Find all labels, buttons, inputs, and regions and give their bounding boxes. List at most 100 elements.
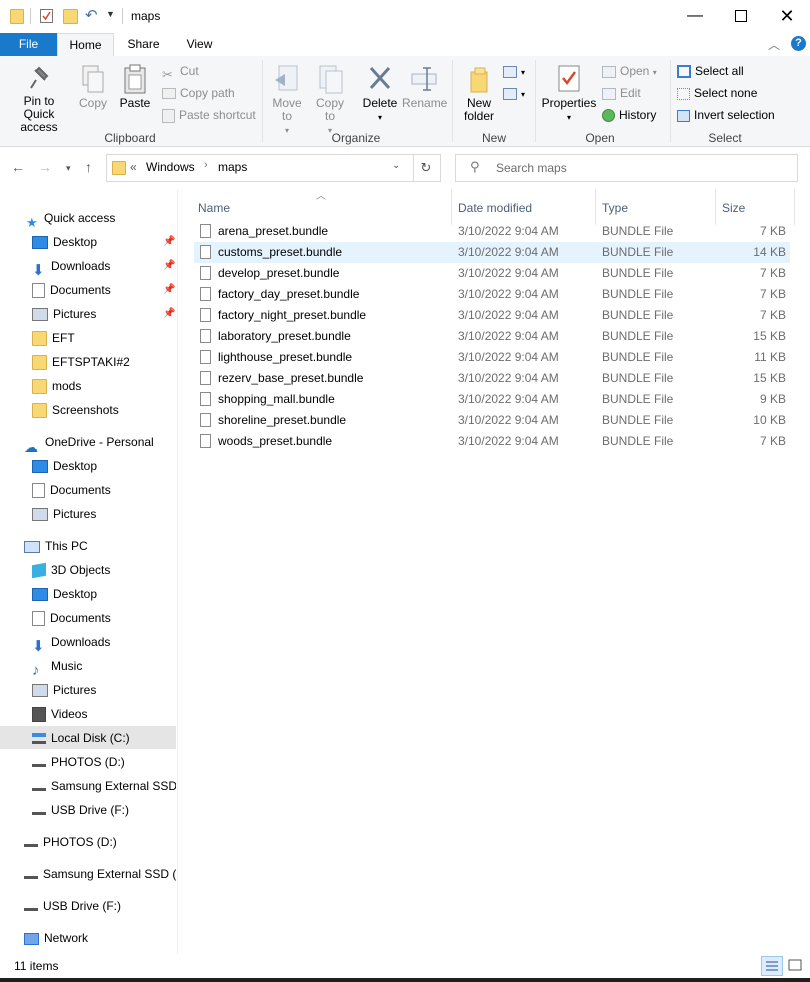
new-folder-quick-icon[interactable] <box>63 9 78 24</box>
column-header-name[interactable]: Name <box>198 195 230 221</box>
sidebar-item-pc-pictures[interactable]: Pictures <box>32 679 96 701</box>
breadcrumb-windows[interactable]: Windows <box>146 160 195 174</box>
table-row[interactable]: shopping_mall.bundle 3/10/2022 9:04 AM BUN… <box>194 389 790 410</box>
undo-icon[interactable]: ↶ <box>85 6 99 24</box>
details-view-button[interactable] <box>761 956 783 976</box>
column-divider[interactable] <box>715 189 716 225</box>
breadcrumb-separator-icon[interactable]: › <box>204 159 208 171</box>
table-row[interactable]: customs_preset.bundle 3/10/2022 9:04 AM BU… <box>194 242 790 263</box>
breadcrumb-maps[interactable]: maps <box>218 160 247 174</box>
invert-selection-button[interactable]: Invert selection <box>677 106 775 124</box>
sidebar-onedrive[interactable]: ☁ OneDrive - Personal <box>24 431 154 453</box>
sidebar-item-onedrive-documents[interactable]: Documents <box>32 479 111 501</box>
column-header-date-modified[interactable]: Date modified <box>458 195 532 221</box>
pin-icon[interactable]: 📌 <box>163 308 175 319</box>
table-row[interactable]: factory_day_preset.bundle 3/10/2022 9:04 … <box>194 284 790 305</box>
help-icon[interactable]: ? <box>791 36 806 51</box>
column-divider[interactable] <box>595 189 596 225</box>
sidebar-item-photos-d[interactable]: PHOTOS (D:) <box>32 751 125 773</box>
cut-button[interactable]: ✂ Cut <box>162 62 199 82</box>
sidebar-network[interactable]: Network <box>24 927 88 949</box>
paste-shortcut-button[interactable]: Paste shortcut <box>162 106 256 124</box>
tab-home[interactable]: Home <box>57 33 114 57</box>
table-row[interactable]: lighthouse_preset.bundle 3/10/2022 9:04 A… <box>194 347 790 368</box>
sidebar-item-pc-desktop[interactable]: Desktop <box>32 583 97 605</box>
large-icons-view-button[interactable] <box>786 956 804 974</box>
sidebar-item-videos[interactable]: Videos <box>32 703 87 725</box>
column-header-type[interactable]: Type <box>602 195 628 221</box>
table-row[interactable]: laboratory_preset.bundle 3/10/2022 9:04 A… <box>194 326 790 347</box>
table-row[interactable]: arena_preset.bundle 3/10/2022 9:04 AM BUND… <box>194 221 790 242</box>
table-row[interactable]: woods_preset.bundle 3/10/2022 9:04 AM BUND… <box>194 431 790 452</box>
tab-view[interactable]: View <box>172 33 227 56</box>
move-to-button[interactable]: Move to ▾ <box>268 64 306 137</box>
table-row[interactable]: rezerv_base_preset.bundle 3/10/2022 9:04 … <box>194 368 790 389</box>
sidebar-item-pc-downloads[interactable]: ⬇ Downloads <box>32 631 110 653</box>
pin-icon[interactable]: 📌 <box>163 260 175 271</box>
paste-button[interactable]: Paste <box>117 64 153 110</box>
address-bar[interactable]: « Windows › maps ⌄ <box>106 154 414 182</box>
pin-quick-access-button[interactable]: Pin to Quick access <box>4 64 74 134</box>
customize-quick-access-chevron-icon[interactable]: ▼ <box>106 9 120 23</box>
table-row[interactable]: shoreline_preset.bundle 3/10/2022 9:04 AM… <box>194 410 790 431</box>
column-divider[interactable] <box>794 189 795 225</box>
history-button[interactable]: History <box>602 106 656 124</box>
sidebar-item-downloads[interactable]: ⬇ Downloads <box>32 255 110 277</box>
sidebar-drive-usb-f[interactable]: USB Drive (F:) <box>24 895 121 917</box>
search-input[interactable]: Search maps <box>496 161 567 175</box>
sidebar-item-desktop[interactable]: Desktop <box>32 231 97 253</box>
sidebar-item-local-disk-c[interactable]: Local Disk (C:) <box>32 727 130 749</box>
up-arrow-icon[interactable]: ↑ <box>85 159 92 175</box>
sidebar-item-usb-drive-f[interactable]: USB Drive (F:) <box>32 799 129 821</box>
select-all-button[interactable]: Select all <box>677 62 744 80</box>
new-item-button[interactable]: ▾ <box>503 62 525 80</box>
recent-locations-chevron-icon[interactable]: ▾ <box>66 163 71 174</box>
minimize-button[interactable]: — <box>672 0 718 32</box>
breadcrumb-overflow[interactable]: « <box>130 160 137 174</box>
column-header-size[interactable]: Size <box>722 195 745 221</box>
collapse-ribbon-icon[interactable]: ︿ <box>768 36 780 53</box>
pin-icon[interactable]: 📌 <box>163 236 175 247</box>
sidebar-item-music[interactable]: ♪ Music <box>32 655 82 677</box>
column-divider[interactable] <box>451 189 452 225</box>
edit-button[interactable]: Edit <box>602 84 641 102</box>
sidebar-item-3d-objects[interactable]: 3D Objects <box>32 559 110 581</box>
properties-quick-icon[interactable] <box>40 9 53 23</box>
copy-to-button[interactable]: Copy to ▾ <box>311 64 349 137</box>
sidebar-item-mods[interactable]: mods <box>32 375 81 397</box>
sidebar-this-pc[interactable]: This PC <box>24 535 88 557</box>
copy-button[interactable]: Copy <box>76 64 110 110</box>
properties-button[interactable]: Properties ▾ <box>540 64 598 124</box>
sidebar-drive-samsung-ssd[interactable]: Samsung External SSD (E <box>24 863 176 885</box>
select-none-button[interactable]: Select none <box>677 84 757 102</box>
easy-access-button[interactable]: ▾ <box>503 84 525 102</box>
sidebar-drive-photos-d[interactable]: PHOTOS (D:) <box>24 831 117 853</box>
sidebar-item-samsung-ssd[interactable]: Samsung External SSD ( <box>32 775 176 797</box>
new-folder-button[interactable]: New folder <box>458 64 500 123</box>
forward-arrow-icon[interactable]: → <box>38 159 52 175</box>
maximize-button[interactable] <box>718 0 764 32</box>
delete-button[interactable]: Delete ▾ <box>360 64 400 124</box>
tab-file[interactable]: File <box>0 33 57 56</box>
rename-button[interactable]: Rename <box>402 64 447 110</box>
close-button[interactable]: ✕ <box>764 0 810 32</box>
sidebar-item-pictures[interactable]: Pictures <box>32 303 96 325</box>
sidebar-quick-access[interactable]: ★ Quick access <box>26 207 115 229</box>
table-row[interactable]: develop_preset.bundle 3/10/2022 9:04 AM BU… <box>194 263 790 284</box>
sidebar-item-onedrive-pictures[interactable]: Pictures <box>32 503 96 525</box>
open-button[interactable]: Open ▾ <box>602 62 657 80</box>
sidebar-item-pc-documents[interactable]: Documents <box>32 607 111 629</box>
copy-path-button[interactable]: Copy path <box>162 84 235 102</box>
sidebar-item-onedrive-desktop[interactable]: Desktop <box>32 455 97 477</box>
tab-share[interactable]: Share <box>116 33 171 56</box>
sidebar-item-eft[interactable]: EFT <box>32 327 75 349</box>
address-dropdown-chevron-icon[interactable]: ⌄ <box>392 160 400 171</box>
back-arrow-icon[interactable]: ← <box>11 159 25 175</box>
sidebar-item-screenshots[interactable]: Screenshots <box>32 399 119 421</box>
pin-icon[interactable]: 📌 <box>163 284 175 295</box>
search-box[interactable]: ⚲ Search maps <box>455 154 798 182</box>
refresh-button[interactable]: ↻ <box>412 154 441 182</box>
sidebar-item-documents[interactable]: Documents <box>32 279 111 301</box>
table-row[interactable]: factory_night_preset.bundle 3/10/2022 9:0… <box>194 305 790 326</box>
sidebar-item-eftsptaki2[interactable]: EFTSPTAKI#2 <box>32 351 130 373</box>
